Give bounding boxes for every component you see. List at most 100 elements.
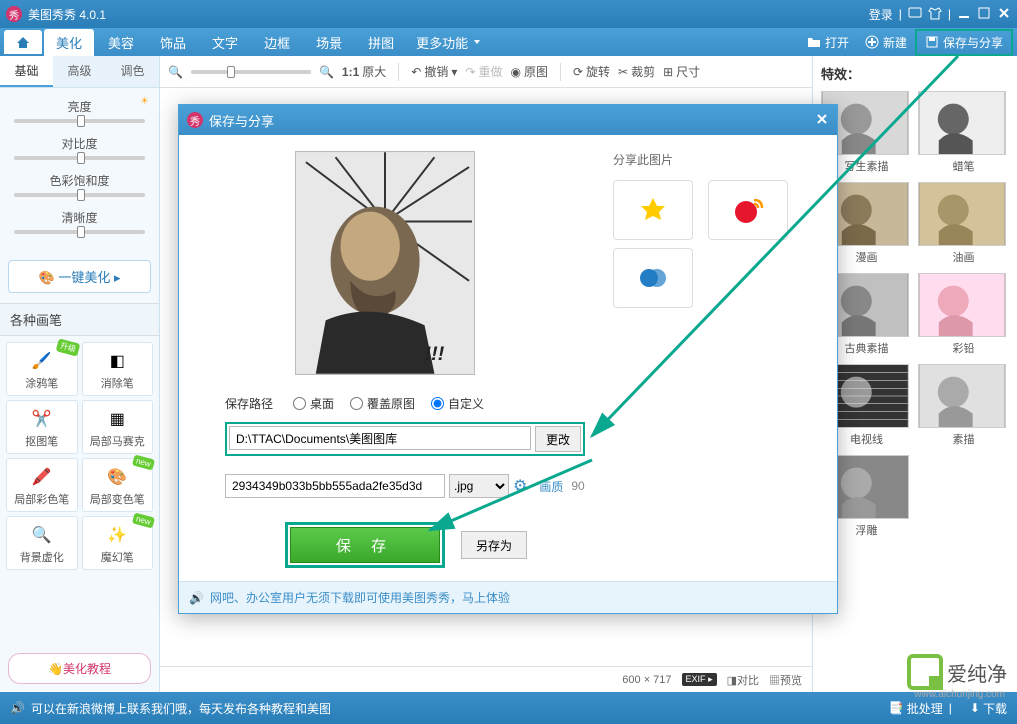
minimize-icon[interactable] [957, 6, 971, 23]
quality-value: 90 [571, 479, 584, 493]
zoom-slider[interactable] [191, 70, 311, 74]
effect-item-sketch2[interactable]: 素描 [918, 364, 1009, 447]
brush-recolor[interactable]: new🎨局部变色笔 [82, 458, 154, 512]
brush-cutout[interactable]: ✂️抠图笔 [6, 400, 78, 454]
change-path-button[interactable]: 更改 [535, 426, 581, 452]
save-share-dialog: 秀 保存与分享 !!! 保存路径 桌面 覆盖原图 自定义 [178, 104, 838, 614]
svg-text:!!!: !!! [425, 343, 445, 365]
contrast-slider[interactable]: 对比度 [8, 135, 151, 160]
exif-button[interactable]: EXIF ▸ [682, 673, 717, 686]
preview-button[interactable]: ▦预览 [769, 672, 802, 688]
effects-panel: 特效： 写生素描 蜡笔 漫画 油画 古典素描 彩铅 电视线 素描 浮雕 [812, 56, 1017, 692]
save-as-button[interactable]: 另存为 [461, 531, 527, 559]
batch-button[interactable]: 📑 批处理 [889, 700, 943, 717]
brush-doodle[interactable]: 升级🖌️涂鸦笔 [6, 342, 78, 396]
tab-scene[interactable]: 场景 [304, 29, 354, 56]
extension-select[interactable]: .jpg [449, 474, 509, 498]
redo-button[interactable]: ↷重做 [465, 63, 502, 80]
sound-icon: 🔊 [10, 701, 25, 715]
tutorial-button[interactable]: 👋 美化教程 [8, 653, 151, 684]
home-button[interactable] [4, 30, 42, 54]
brush-color[interactable]: 🖍️局部彩色笔 [6, 458, 78, 512]
open-button[interactable]: 打开 [799, 31, 857, 54]
one-click-beautify-button[interactable]: 🎨 一键美化 ▸ [8, 260, 151, 293]
blur-icon: 🔍 [11, 521, 73, 549]
path-input[interactable] [229, 426, 531, 450]
original-button[interactable]: ◉原图 [510, 63, 548, 80]
color-brush-icon: 🖍️ [11, 463, 73, 491]
subtab-basic[interactable]: 基础 [0, 56, 53, 87]
dialog-logo-icon: 秀 [187, 112, 203, 128]
sep-icon: | [949, 701, 952, 715]
sound-icon: 🔊 [189, 591, 204, 605]
status-bar: 🔊 可以在新浪微博上联系我们哦，每天发布各种教程和美图 📑 批处理 | ⬇ 下载 [0, 692, 1017, 724]
canvas-toolbar: 🔍 🔍 1:1 原大 ↶撤销▾ ↷重做 ◉原图 ⟳旋转 ✂裁剪 ⊞尺寸 [160, 56, 812, 88]
tab-accessories[interactable]: 饰品 [148, 29, 198, 56]
brush-mosaic[interactable]: ▦局部马赛克 [82, 400, 154, 454]
tab-beautify[interactable]: 美化 [44, 29, 94, 56]
tab-portrait[interactable]: 美容 [96, 29, 146, 56]
brush-section-title: 各种画笔 [0, 303, 159, 336]
sharpness-slider[interactable]: 清晰度 [8, 209, 151, 234]
effect-item-crayon[interactable]: 蜡笔 [918, 91, 1009, 174]
radio-custom[interactable]: 自定义 [431, 395, 484, 412]
share-qzone[interactable] [613, 180, 693, 240]
dimensions-label: 600 × 717 [622, 674, 671, 686]
gear-icon[interactable]: ⚙ [513, 476, 527, 496]
maximize-icon[interactable] [977, 6, 991, 23]
chat-icon[interactable] [908, 6, 922, 23]
subtab-color[interactable]: 调色 [106, 56, 159, 87]
dialog-footer-msg[interactable]: 网吧、办公室用户无须下载即可使用美图秀秀，马上体验 [210, 589, 510, 606]
dialog-close-icon[interactable] [815, 112, 829, 129]
share-weibo[interactable] [708, 180, 788, 240]
subtab-advanced[interactable]: 高级 [53, 56, 106, 87]
dialog-titlebar: 秀 保存与分享 [179, 105, 837, 135]
effect-item-oil[interactable]: 油画 [918, 182, 1009, 265]
sun-icon: ☀ [140, 96, 149, 107]
zoom-ratio[interactable]: 1:1 原大 [342, 63, 386, 80]
sep-icon: | [948, 7, 951, 21]
tab-collage[interactable]: 拼图 [356, 29, 406, 56]
size-button[interactable]: ⊞尺寸 [663, 63, 700, 80]
crop-button[interactable]: ✂裁剪 [618, 63, 655, 80]
menu-bar: 美化 美容 饰品 文字 边框 场景 拼图 更多功能 打开 新建 保存与分享 [0, 28, 1017, 56]
filename-input[interactable] [225, 474, 445, 498]
quality-link[interactable]: 画质 [539, 478, 563, 495]
close-icon[interactable] [997, 6, 1011, 23]
effect-item-pencil[interactable]: 彩铅 [918, 273, 1009, 356]
rotate-button[interactable]: ⟳旋转 [573, 63, 610, 80]
brush-blur[interactable]: 🔍背景虚化 [6, 516, 78, 570]
app-logo-icon: 秀 [6, 6, 22, 22]
tab-text[interactable]: 文字 [200, 29, 250, 56]
saturation-slider[interactable]: 色彩饱和度 [8, 172, 151, 197]
skin-icon[interactable] [928, 6, 942, 23]
login-link[interactable]: 登录 [869, 6, 893, 23]
share-title: 分享此图片 [613, 151, 795, 168]
compare-button[interactable]: ◨对比 [727, 672, 759, 688]
watermark: 爱纯净 [907, 654, 1007, 690]
tab-frame[interactable]: 边框 [252, 29, 302, 56]
preview-image: !!! [295, 151, 475, 375]
sep-icon: | [899, 7, 902, 21]
left-panel: 基础 高级 调色 ☀亮度 对比度 色彩饱和度 清晰度 🎨 一键美化 ▸ 各种画笔… [0, 56, 160, 692]
title-bar: 秀 美图秀秀 4.0.1 登录 | | [0, 0, 1017, 28]
undo-button[interactable]: ↶撤销▾ [411, 63, 457, 80]
save-button[interactable]: 保 存 [290, 527, 440, 563]
sub-tabs: 基础 高级 调色 [0, 56, 159, 88]
brush-eraser[interactable]: ◧消除笔 [82, 342, 154, 396]
download-button[interactable]: ⬇ 下载 [970, 700, 1007, 717]
new-button[interactable]: 新建 [857, 31, 915, 54]
share-renren[interactable] [613, 248, 693, 308]
radio-overwrite[interactable]: 覆盖原图 [350, 395, 415, 412]
zoom-out-icon[interactable]: 🔍 [168, 65, 183, 79]
more-menu[interactable]: 更多功能 [408, 29, 490, 56]
zoom-in-icon[interactable]: 🔍 [319, 65, 334, 79]
brightness-slider[interactable]: ☀亮度 [8, 98, 151, 123]
canvas-footer: 600 × 717 EXIF ▸ ◨对比 ▦预览 [160, 666, 812, 692]
brush-magic[interactable]: new✨魔幻笔 [82, 516, 154, 570]
mosaic-icon: ▦ [87, 405, 149, 433]
dialog-title: 保存与分享 [209, 111, 274, 130]
save-share-button[interactable]: 保存与分享 [915, 29, 1013, 56]
radio-desktop[interactable]: 桌面 [293, 395, 334, 412]
path-label: 保存路径 [225, 395, 293, 412]
